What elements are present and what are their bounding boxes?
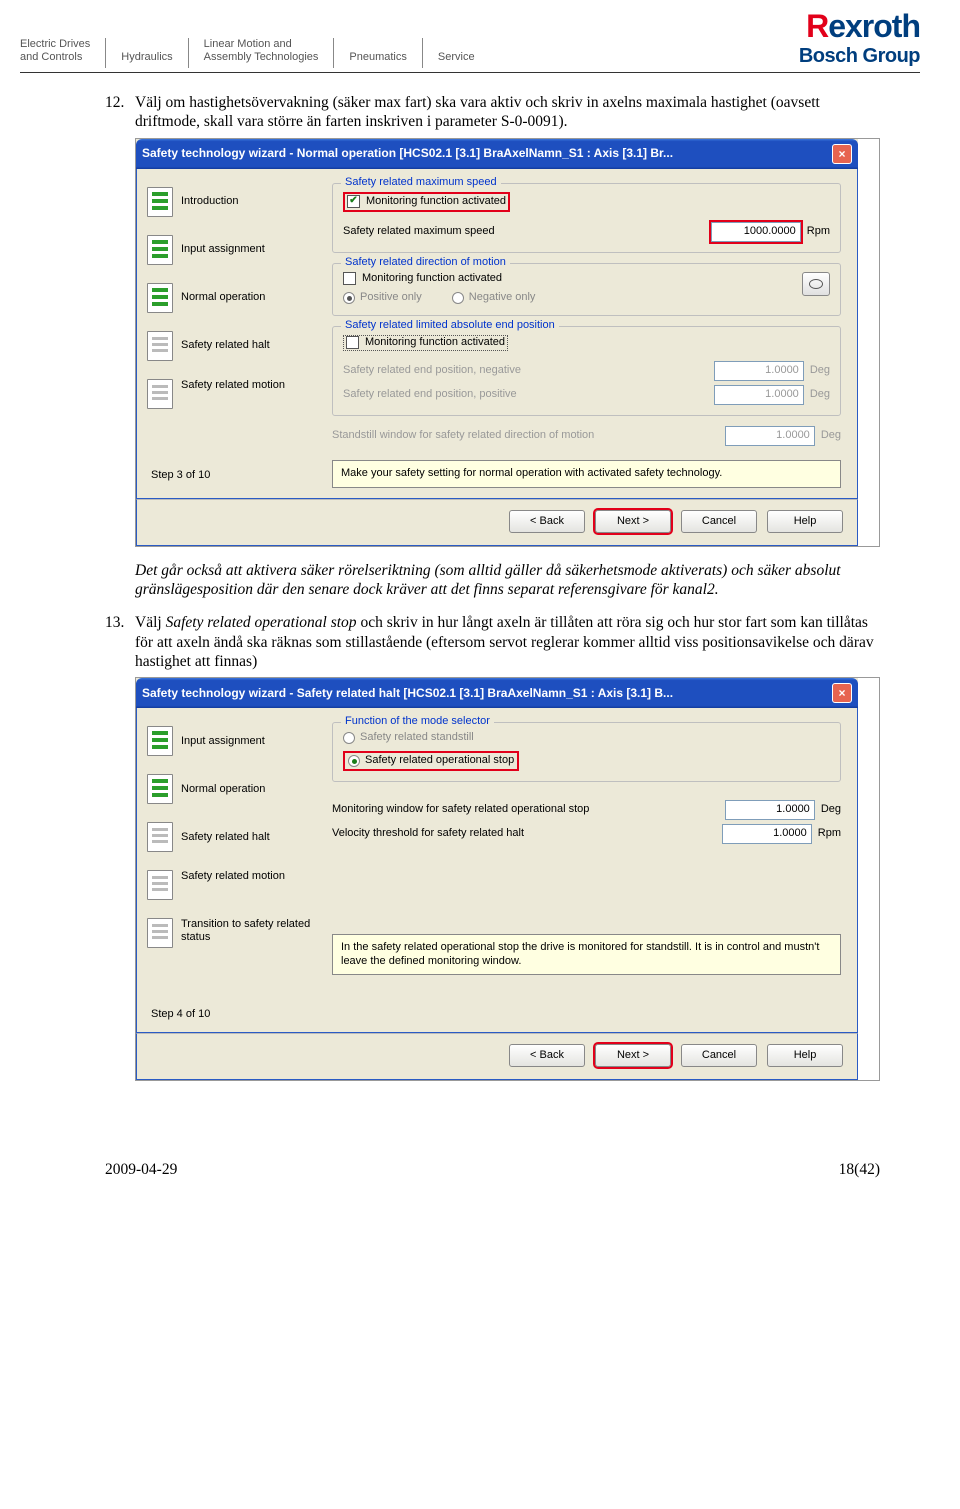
field-label: Safety related maximum speed <box>343 225 711 239</box>
step-todo-icon <box>147 379 173 409</box>
step-done-icon <box>147 235 173 265</box>
eye-icon <box>809 279 823 289</box>
screenshot-wizard-safety-halt: Safety technology wizard - Safety relate… <box>135 677 880 1081</box>
step-label: Input assignment <box>181 243 265 256</box>
footer-page: 18(42) <box>839 1161 880 1179</box>
hint-text: Make your safety setting for normal oper… <box>332 460 841 488</box>
field-label: Safety related end position, positive <box>343 388 714 402</box>
back-button[interactable]: < Back <box>509 510 585 533</box>
step-todo-icon <box>147 822 173 852</box>
group-mode-selector: Function of the mode selector Safety rel… <box>332 722 841 782</box>
screenshot-wizard-normal-operation: Safety technology wizard - Normal operat… <box>135 138 880 547</box>
step-counter: Step 3 of 10 <box>147 469 322 483</box>
italic-note: Det går också att aktivera säker rörelse… <box>135 561 880 600</box>
group-title: Safety related limited absolute end posi… <box>341 319 559 333</box>
step-label: Normal operation <box>181 783 265 796</box>
next-button[interactable]: Next > <box>595 1044 671 1067</box>
field-label: Monitoring window for safety related ope… <box>332 803 725 817</box>
header-link: Hydraulics <box>105 38 187 68</box>
end-neg-input: 1.0000 <box>714 361 804 381</box>
step-label: Safety related halt <box>181 339 270 352</box>
step-done-icon <box>147 774 173 804</box>
step-label: Input assignment <box>181 735 265 748</box>
unit-label: Deg <box>821 429 841 443</box>
button-row: < Back Next > Cancel Help <box>136 499 858 546</box>
max-speed-input[interactable]: 1000.0000 <box>711 222 801 242</box>
field-label: Standstill window for safety related dir… <box>332 429 725 443</box>
radio-operational-stop[interactable]: Safety related operational stop <box>343 751 519 771</box>
window-title: Safety technology wizard - Safety relate… <box>142 686 673 701</box>
step-label: Introduction <box>181 195 238 208</box>
step-todo-icon <box>147 331 173 361</box>
standstill-input: 1.0000 <box>725 426 815 446</box>
help-button[interactable]: Help <box>767 1044 843 1067</box>
header-link: Service <box>422 38 490 68</box>
list-text: Välj om hastighetsövervakning (säker max… <box>135 93 880 132</box>
button-row: < Back Next > Cancel Help <box>136 1033 858 1080</box>
step-done-icon <box>147 283 173 313</box>
group-end-position: Safety related limited absolute end posi… <box>332 326 841 416</box>
checkbox-monitoring-activated[interactable]: Monitoring function activated <box>343 272 802 286</box>
step-label: Transition to safety related status <box>181 918 322 944</box>
checkbox-monitoring-activated[interactable]: Monitoring function activated <box>343 335 508 351</box>
step-counter: Step 4 of 10 <box>147 1008 322 1022</box>
step-done-icon <box>147 187 173 217</box>
close-icon[interactable]: × <box>832 683 852 703</box>
group-title: Safety related direction of motion <box>341 256 510 270</box>
logo: Rexroth Bosch Group <box>799 8 920 68</box>
unit-label: Deg <box>821 803 841 817</box>
unit-label: Rpm <box>818 827 841 841</box>
wizard-steps-panel: Input assignment Normal operation Safety… <box>147 718 322 1022</box>
header-link: Pneumatics <box>333 38 421 68</box>
field-label: Safety related end position, negative <box>343 364 714 378</box>
help-button[interactable]: Help <box>767 510 843 533</box>
monitoring-window-input[interactable]: 1.0000 <box>725 800 815 820</box>
end-pos-input: 1.0000 <box>714 385 804 405</box>
group-direction: Safety related direction of motion Monit… <box>332 263 841 317</box>
step-label: Safety related motion <box>181 379 285 392</box>
velocity-threshold-input[interactable]: 1.0000 <box>722 824 812 844</box>
page-footer: 2009-04-29 18(42) <box>0 1161 960 1179</box>
window-title: Safety technology wizard - Normal operat… <box>142 146 673 161</box>
unit-label: Deg <box>810 388 830 402</box>
page-header: Electric Drives and Controls Hydraulics … <box>0 0 960 68</box>
radio-positive-only[interactable]: Positive only <box>343 291 422 305</box>
group-max-speed: Safety related maximum speed ✔Monitoring… <box>332 183 841 253</box>
window-titlebar: Safety technology wizard - Safety relate… <box>136 678 858 708</box>
window-titlebar: Safety technology wizard - Normal operat… <box>136 139 858 169</box>
next-button[interactable]: Next > <box>595 510 671 533</box>
radio-standstill[interactable]: Safety related standstill <box>343 731 830 745</box>
step-label: Normal operation <box>181 291 265 304</box>
step-done-icon <box>147 726 173 756</box>
header-link: Electric Drives and Controls <box>20 38 105 68</box>
step-todo-icon <box>147 918 173 948</box>
content: 12. Välj om hastighetsövervakning (säker… <box>0 73 960 1081</box>
list-number: 13. <box>105 613 135 671</box>
close-icon[interactable]: × <box>832 144 852 164</box>
unit-label: Rpm <box>807 225 830 239</box>
list-number: 12. <box>105 93 135 132</box>
wizard-steps-panel: Introduction Input assignment Normal ope… <box>147 179 322 488</box>
footer-date: 2009-04-29 <box>105 1161 177 1179</box>
unit-label: Deg <box>810 364 830 378</box>
cancel-button[interactable]: Cancel <box>681 510 757 533</box>
header-link: Linear Motion and Assembly Technologies <box>188 38 334 68</box>
step-todo-icon <box>147 870 173 900</box>
step-label: Safety related halt <box>181 831 270 844</box>
back-button[interactable]: < Back <box>509 1044 585 1067</box>
group-title: Function of the mode selector <box>341 715 494 729</box>
radio-negative-only[interactable]: Negative only <box>452 291 536 305</box>
field-label: Velocity threshold for safety related ha… <box>332 827 722 841</box>
hint-text: In the safety related operational stop t… <box>332 934 841 976</box>
checkbox-monitoring-activated[interactable]: ✔Monitoring function activated <box>343 192 510 212</box>
group-title: Safety related maximum speed <box>341 176 501 190</box>
cancel-button[interactable]: Cancel <box>681 1044 757 1067</box>
step-label: Safety related motion <box>181 870 285 883</box>
list-text: Välj Safety related operational stop och… <box>135 613 880 671</box>
view-button[interactable] <box>802 272 830 296</box>
